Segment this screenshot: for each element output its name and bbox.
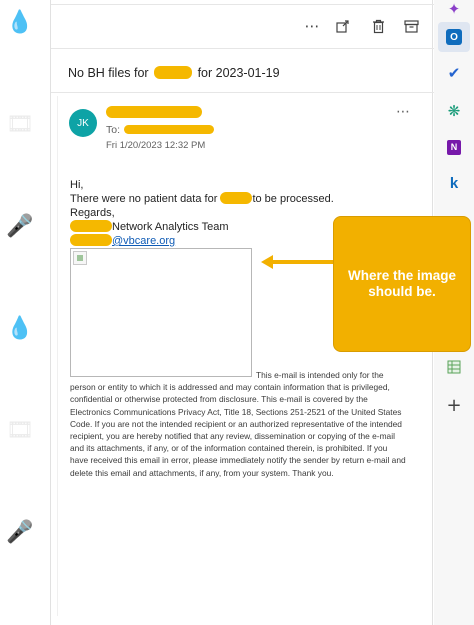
broken-image-placeholder (70, 248, 252, 377)
outlook-icon[interactable]: O (438, 22, 470, 52)
annotation-callout: Where the image should be. (333, 216, 471, 352)
message-body: Hi, There were no patient data for to be… (70, 178, 334, 248)
to-line: To: (106, 124, 215, 136)
disclaimer-body: person or entity to which it is addresse… (70, 382, 406, 478)
ghost-film-icon: 🎞 (6, 112, 34, 137)
todo-check-icon[interactable]: ✔ (438, 58, 470, 88)
annotation-text: Where the image should be. (347, 268, 457, 299)
subject-suffix: for 2023-01-19 (197, 66, 280, 80)
onenote-letter: N (447, 139, 461, 155)
more-options-icon[interactable]: ⋯ (297, 8, 327, 44)
body-line-1: There were no patient data for to be pro… (70, 192, 334, 206)
broken-image-icon (73, 251, 87, 265)
annotation-arrow (261, 255, 333, 269)
message-date: Fri 1/20/2023 12:32 PM (106, 140, 206, 151)
delete-icon[interactable] (363, 8, 393, 44)
sender-email-link[interactable]: @vbcare.org (112, 235, 175, 247)
to-label: To: (106, 124, 121, 136)
body-line-1-prefix: There were no patient data for (70, 193, 218, 205)
subject-prefix: No BH files for (68, 66, 149, 80)
background-left-strip: 💧 🎞 🎤 💧 🎞 🎤 (0, 0, 50, 625)
ghost-drop-icon: 💧 (6, 10, 34, 35)
team-line: Network Analytics Team (70, 220, 334, 234)
recipient-redaction (124, 125, 215, 134)
outlook-letter: O (446, 29, 462, 45)
forward-to-icon[interactable] (328, 8, 358, 44)
regards: Regards, (70, 207, 115, 219)
ghost-drop-icon: 💧 (6, 316, 34, 341)
redaction (70, 220, 112, 232)
toolbar-divider (51, 48, 434, 49)
email-subject: No BH files for for 2023-01-19 (68, 66, 280, 80)
email-line: @vbcare.org (70, 234, 334, 248)
onenote-icon[interactable]: N (438, 132, 470, 162)
avatar[interactable]: JK (69, 109, 97, 137)
subject-divider (51, 92, 434, 93)
team-name: Network Analytics Team (112, 221, 229, 233)
redaction (154, 66, 193, 79)
redaction (220, 192, 253, 204)
message-more-icon[interactable]: ⋯ (396, 104, 410, 120)
message-card: JK To: Fri 1/20/2023 12:32 PM ⋯ Hi, Ther… (57, 96, 427, 616)
message-toolbar: ⋯ (51, 8, 434, 44)
top-divider (51, 4, 434, 5)
ghost-film-icon: 🎞 (6, 418, 34, 443)
klarna-k-icon[interactable]: k (438, 168, 470, 198)
archive-icon[interactable] (396, 8, 426, 44)
redaction (70, 234, 112, 246)
greeting: Hi, (70, 179, 84, 191)
disclaimer-first-line: This e-mail is intended only for the (256, 370, 384, 380)
sender-redaction (106, 106, 202, 118)
copilot-sparkle-icon[interactable]: ✦ (438, 0, 470, 24)
legal-disclaimer: This e-mail is intended only for the per… (70, 369, 406, 479)
spreadsheet-icon[interactable] (438, 352, 470, 382)
ghost-mic-icon: 🎤 (6, 214, 34, 239)
add-app-icon[interactable]: + (438, 390, 470, 420)
ghost-mic-icon: 🎤 (6, 520, 34, 545)
body-line-1-suffix: to be processed. (252, 193, 334, 205)
copilot-icon[interactable]: ❋ (438, 96, 470, 126)
